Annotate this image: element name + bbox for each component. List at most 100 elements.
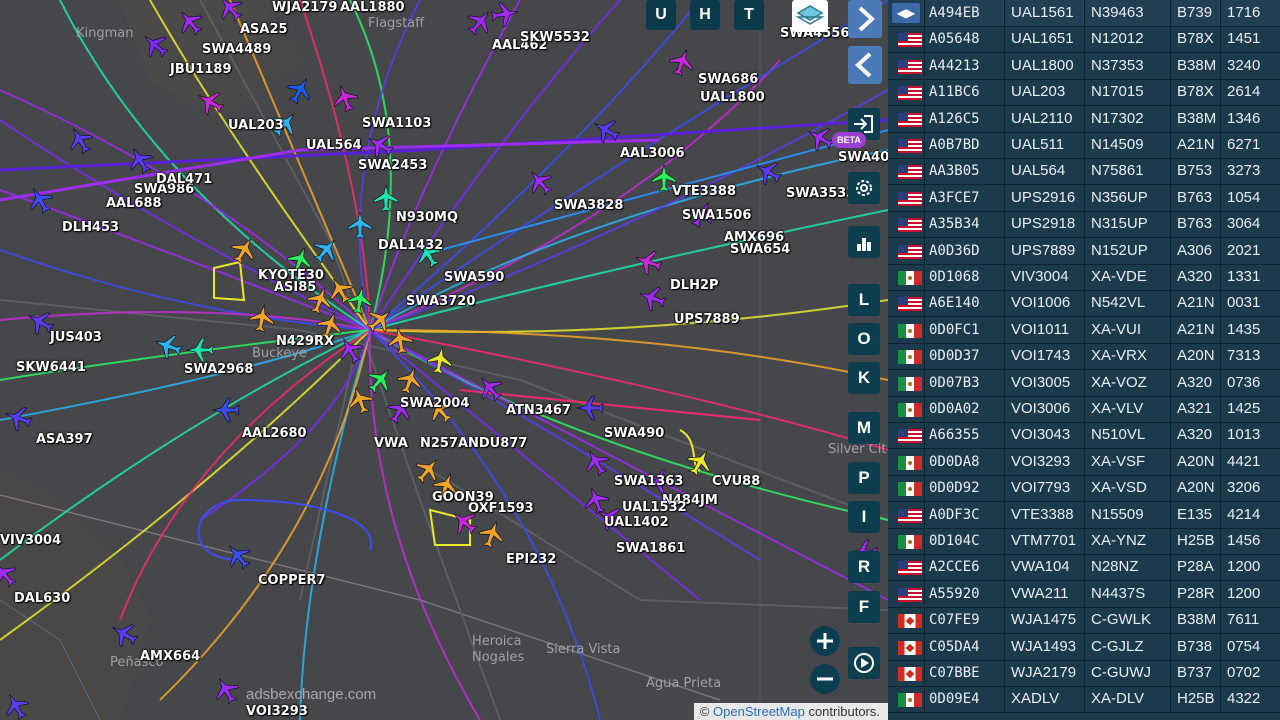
- aircraft-label[interactable]: ASA25: [240, 22, 288, 37]
- button-k[interactable]: K: [848, 362, 880, 394]
- aircraft-label[interactable]: SKW5532: [520, 30, 590, 45]
- button-t[interactable]: T: [734, 0, 764, 30]
- table-row[interactable]: A44213 UAL1800 N37353 B38M 3240: [888, 52, 1280, 80]
- aircraft-label[interactable]: SWA3828: [554, 198, 623, 213]
- aircraft-label[interactable]: SWA3720: [406, 294, 475, 309]
- aircraft-label[interactable]: DLH453: [62, 220, 119, 235]
- button-r[interactable]: R: [848, 551, 880, 583]
- table-row[interactable]: 0D0D37 VOI1743 XA-VRX A20N 7313: [888, 343, 1280, 371]
- table-row[interactable]: A6E140 VOI1006 N542VL A21N 0031: [888, 290, 1280, 318]
- aircraft-label[interactable]: VOI3293: [246, 704, 308, 719]
- table-row[interactable]: 0D0D92 VOI7793 XA-VSD A20N 3206: [888, 475, 1280, 503]
- aircraft-label[interactable]: WJA2179: [272, 0, 337, 15]
- aircraft-label[interactable]: SWA1103: [362, 116, 431, 131]
- aircraft-label[interactable]: VTE3388: [672, 184, 736, 199]
- collapse-button[interactable]: [848, 46, 882, 84]
- table-row[interactable]: C07BBE WJA2179 C-GUWJ B737 0702: [888, 660, 1280, 687]
- table-row[interactable]: 0D07B3 VOI3005 XA-VOZ A320 0736: [888, 369, 1280, 397]
- aircraft-label[interactable]: SWA4003: [838, 150, 888, 165]
- button-i[interactable]: I: [848, 501, 880, 533]
- aircraft-label[interactable]: DLH2P: [670, 278, 719, 293]
- aircraft-label[interactable]: AMX664: [140, 649, 200, 664]
- table-row[interactable]: 0D1068 VIV3004 XA-VDE A320 1331: [888, 264, 1280, 291]
- table-row[interactable]: C07FE9 WJA1475 C-GWLK B38M 7611: [888, 607, 1280, 635]
- aircraft-label[interactable]: N257A: [420, 436, 468, 451]
- table-row[interactable]: A0DF3C VTE3388 N15509 E135 4214: [888, 501, 1280, 529]
- aircraft-label[interactable]: SWA1506: [682, 208, 751, 223]
- aircraft-label[interactable]: SWA686: [698, 72, 758, 87]
- stats-button[interactable]: [848, 226, 880, 258]
- aircraft-label[interactable]: DAL630: [14, 591, 70, 606]
- table-row[interactable]: C05DA4 WJA1493 C-GJLZ B738 0754: [888, 633, 1280, 661]
- aircraft-label[interactable]: AAL3006: [620, 146, 685, 161]
- aircraft-label[interactable]: SWA3533: [786, 186, 855, 201]
- table-row[interactable]: A35B34 UPS2918 N315UP B763 3064: [888, 211, 1280, 239]
- aircraft-label[interactable]: SKW6441: [16, 360, 86, 375]
- table-row[interactable]: A55920 VWA211 N4437S P28R 1200: [888, 580, 1280, 608]
- aircraft-label[interactable]: UPS7889: [674, 312, 740, 327]
- aircraft-label[interactable]: ASA397: [36, 432, 93, 447]
- button-m[interactable]: M: [848, 412, 880, 444]
- aircraft-table[interactable]: ◀▶ A494EB UAL1561 N39463 B739 1716 A05648 UAL16…: [888, 0, 1280, 720]
- settings-button[interactable]: [848, 172, 880, 204]
- map-view[interactable]: Kingman Flagstaff Buckeye Silver Cit Her…: [0, 0, 888, 720]
- aircraft-label[interactable]: JUS403: [50, 330, 102, 345]
- aircraft-label[interactable]: GOON39: [432, 490, 494, 505]
- aircraft-label[interactable]: SWA654: [730, 242, 790, 257]
- table-row[interactable]: AA3B05 UAL564 N75861 B753 3273: [888, 158, 1280, 186]
- layers-button[interactable]: [792, 0, 828, 32]
- aircraft-label[interactable]: JBU1189: [170, 62, 231, 77]
- aircraft-label[interactable]: N930MQ: [396, 210, 458, 225]
- table-row[interactable]: A0D36D UPS7889 N152UP A306 2021: [888, 237, 1280, 265]
- aircraft-label[interactable]: SWA2968: [184, 362, 253, 377]
- table-row[interactable]: ◀▶ A494EB UAL1561 N39463 B739 1716: [888, 0, 1280, 27]
- aircraft-label[interactable]: EPI232: [506, 552, 556, 567]
- aircraft-label[interactable]: ATN3467: [506, 403, 571, 418]
- aircraft-label[interactable]: SWA4489: [202, 42, 271, 57]
- aircraft-label[interactable]: SWA1363: [614, 474, 683, 489]
- table-row[interactable]: 0D0DA8 VOI3293 XA-VSF A20N 4421: [888, 448, 1280, 476]
- openstreetmap-link[interactable]: OpenStreetMap: [713, 704, 805, 719]
- aircraft-label[interactable]: VWA: [374, 436, 408, 451]
- aircraft-label[interactable]: VIV3004: [0, 533, 61, 548]
- aircraft-label[interactable]: NDU877: [468, 436, 527, 451]
- zoom-out-button[interactable]: [810, 664, 840, 694]
- aircraft-label[interactable]: AAL2680: [242, 426, 307, 441]
- aircraft-label[interactable]: UAL203: [228, 118, 284, 133]
- button-h[interactable]: H: [690, 0, 720, 30]
- aircraft-label[interactable]: UAL1532: [622, 500, 687, 515]
- table-row[interactable]: A11BC6 UAL203 N17015 B78X 2614: [888, 79, 1280, 107]
- button-p[interactable]: P: [848, 462, 880, 494]
- replay-button[interactable]: [848, 647, 880, 679]
- aircraft-label[interactable]: KYOTE30: [258, 268, 324, 283]
- aircraft-label[interactable]: AAL688: [106, 196, 162, 211]
- table-row[interactable]: A66355 VOI3043 N510VL A320 1013: [888, 422, 1280, 450]
- aircraft-label[interactable]: CVU88: [712, 474, 760, 489]
- table-row[interactable]: A3FCE7 UPS2916 N356UP B763 1054: [888, 184, 1280, 212]
- aircraft-label[interactable]: DAL1432: [378, 238, 443, 253]
- aircraft-label[interactable]: UAL1402: [604, 515, 669, 530]
- zoom-in-button[interactable]: [810, 626, 840, 656]
- button-u[interactable]: U: [646, 0, 676, 30]
- aircraft-label[interactable]: DAL471: [156, 172, 212, 187]
- table-row[interactable]: A05648 UAL1651 N12012 B78X 1451: [888, 26, 1280, 54]
- aircraft-label[interactable]: COPPER7: [258, 573, 326, 588]
- aircraft-label[interactable]: SWA490: [604, 426, 664, 441]
- table-row[interactable]: A2CCE6 VWA104 N28NZ P28A 1200: [888, 554, 1280, 582]
- aircraft-label[interactable]: UAL1800: [700, 90, 765, 105]
- table-row[interactable]: A0B7BD UAL511 N14509 A21N 6271: [888, 132, 1280, 159]
- expand-button[interactable]: [848, 0, 882, 38]
- table-row[interactable]: 0D104C VTM7701 XA-YNZ H25B 1456: [888, 528, 1280, 555]
- aircraft-label[interactable]: UAL564: [306, 138, 362, 153]
- aircraft-label[interactable]: SWA2004: [400, 396, 469, 411]
- table-row[interactable]: 0D0A02 VOI3006 XA-VLV A321 1425: [888, 396, 1280, 423]
- aircraft-label[interactable]: SWA2453: [358, 158, 427, 173]
- aircraft-label[interactable]: N429RX: [276, 334, 334, 349]
- button-f[interactable]: F: [848, 591, 880, 623]
- table-row[interactable]: A126C5 UAL2110 N17302 B38M 1346: [888, 105, 1280, 133]
- button-o[interactable]: O: [848, 323, 880, 355]
- aircraft-label[interactable]: AAL1880: [340, 0, 405, 15]
- aircraft-label[interactable]: SWA1861: [616, 541, 685, 556]
- aircraft-label[interactable]: SWA590: [444, 270, 504, 285]
- button-l[interactable]: L: [848, 284, 880, 316]
